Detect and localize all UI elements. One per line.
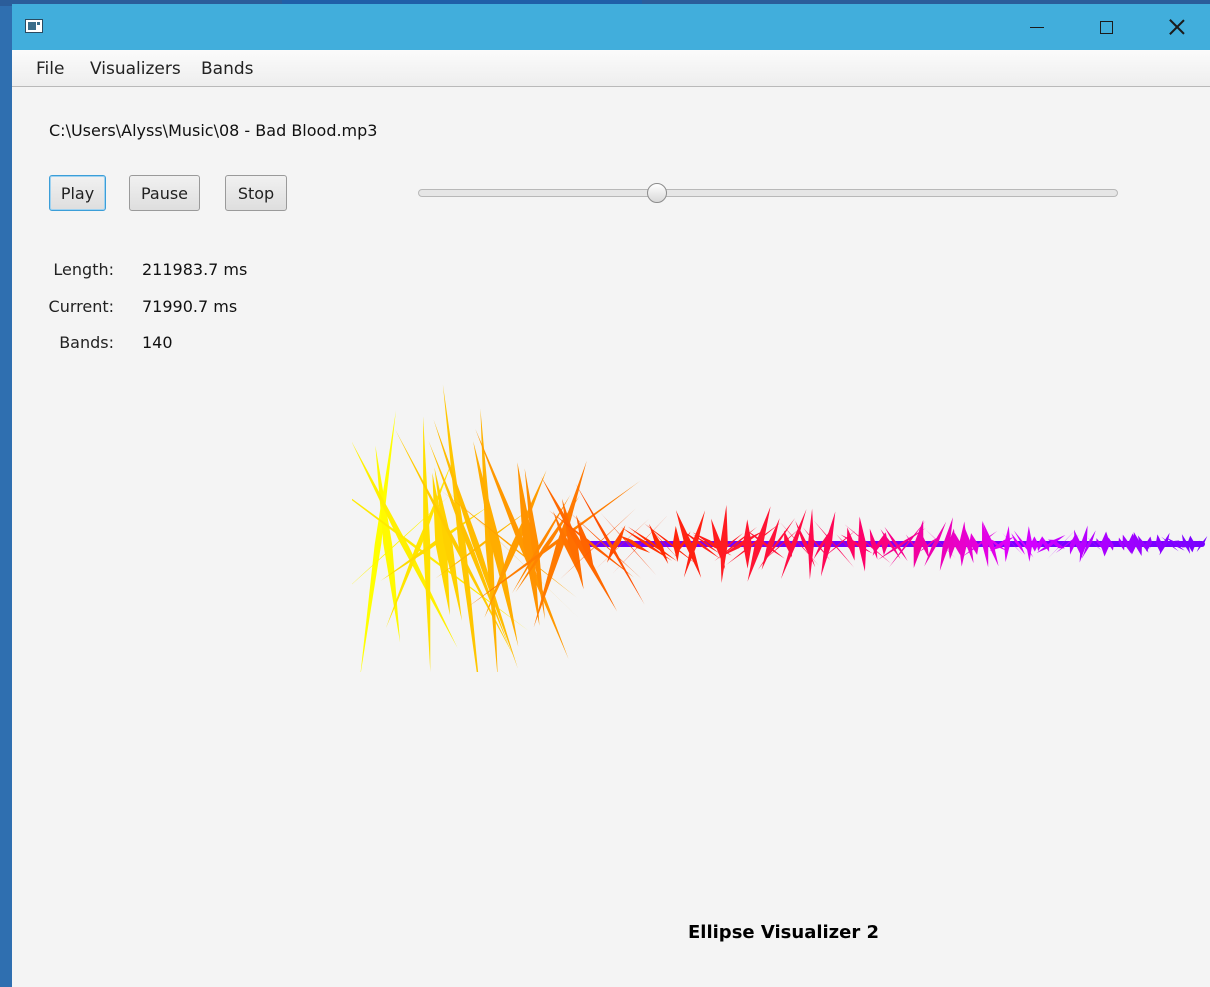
visualizer-spike xyxy=(423,415,431,672)
length-label: Length: xyxy=(53,260,114,279)
current-value: 71990.7 ms xyxy=(142,297,238,316)
main-content: C:\Users\Alyss\Music\08 - Bad Blood.mp3 … xyxy=(12,87,1210,987)
bands-label: Bands: xyxy=(59,333,114,352)
app-window: File Visualizers Bands C:\Users\Alyss\Mu… xyxy=(12,4,1210,987)
visualizer-spike xyxy=(846,527,855,561)
visualizer-spike xyxy=(720,504,728,584)
visualizer-spike xyxy=(1133,532,1142,556)
minimize-button[interactable] xyxy=(1002,4,1072,50)
stop-button[interactable]: Stop xyxy=(225,175,287,211)
menu-bar: File Visualizers Bands xyxy=(12,50,1210,87)
visualizer-spike xyxy=(858,516,867,572)
pause-button[interactable]: Pause xyxy=(129,175,200,211)
maximize-icon xyxy=(1099,20,1113,34)
maximize-button[interactable] xyxy=(1071,4,1141,50)
menu-bands[interactable]: Bands xyxy=(201,50,254,86)
play-button[interactable]: Play xyxy=(49,175,106,211)
visualizer-canvas xyxy=(352,384,1208,672)
file-path-label: C:\Users\Alyss\Music\08 - Bad Blood.mp3 xyxy=(49,121,378,140)
minimize-icon xyxy=(1030,26,1044,28)
visualizer-title: Ellipse Visualizer 2 xyxy=(688,922,880,943)
bands-value: 140 xyxy=(142,333,173,352)
visualizer-spike xyxy=(1030,536,1039,552)
visualizer-spike xyxy=(742,519,752,569)
menu-file[interactable]: File xyxy=(36,50,64,86)
menu-visualizers[interactable]: Visualizers xyxy=(90,50,181,86)
visualizer-spike xyxy=(473,441,519,647)
visualizer-spike xyxy=(869,528,878,560)
close-button[interactable] xyxy=(1142,4,1210,50)
length-value: 211983.7 ms xyxy=(142,260,248,279)
title-bar[interactable] xyxy=(12,4,1210,50)
seek-slider-fill xyxy=(419,190,657,196)
seek-slider[interactable] xyxy=(418,183,1118,203)
current-label: Current: xyxy=(48,297,114,316)
app-icon xyxy=(25,19,43,33)
visualizer-spike xyxy=(672,525,681,563)
close-icon xyxy=(1169,19,1185,35)
seek-slider-thumb[interactable] xyxy=(647,183,667,203)
visualizer-spike xyxy=(807,508,815,580)
visualizer-spike xyxy=(1107,537,1114,551)
visualizer-spike xyxy=(1004,525,1011,563)
visualizer-spike xyxy=(1079,525,1088,563)
